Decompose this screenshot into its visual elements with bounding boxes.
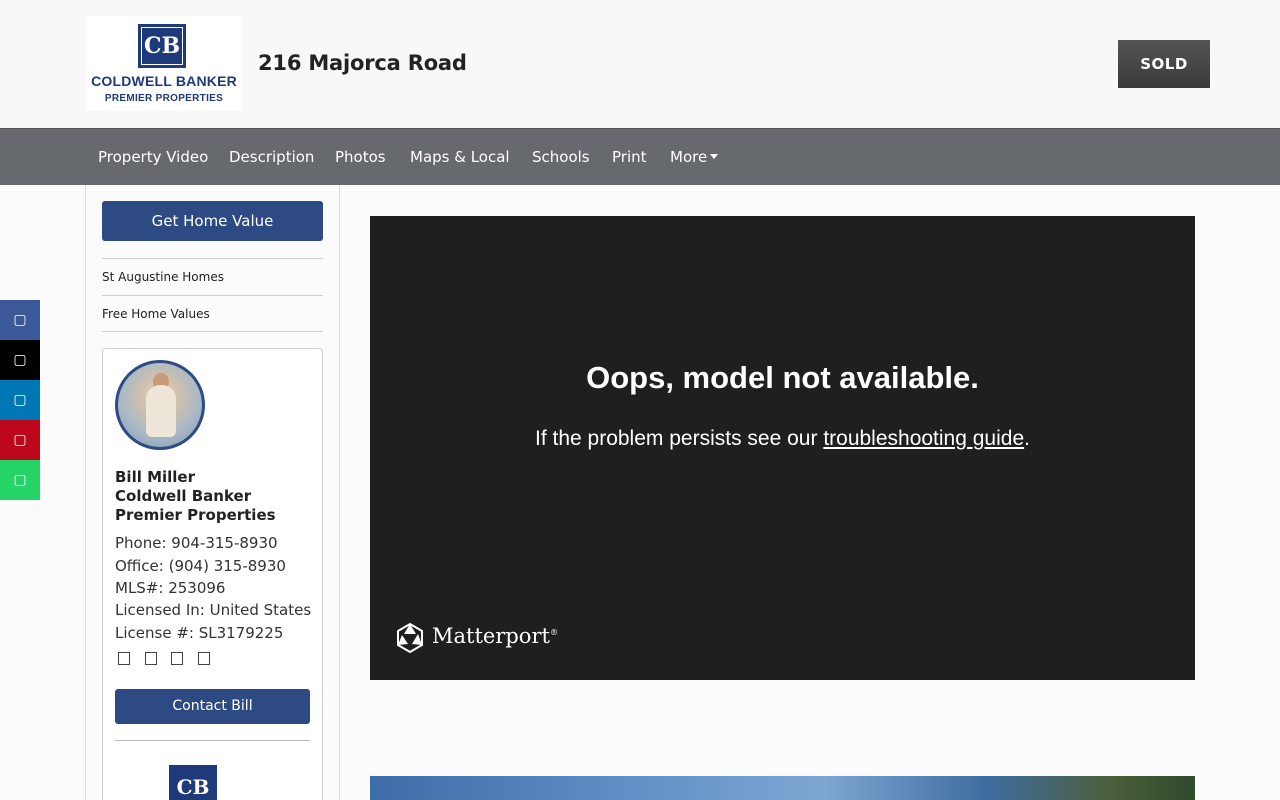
property-address: 216 Majorca Road: [258, 51, 467, 75]
nav-description[interactable]: Description: [229, 129, 314, 186]
cb-logo-mark: CB: [138, 24, 186, 68]
sidebar-link-free-home-values[interactable]: Free Home Values: [102, 295, 323, 332]
nav-more-dropdown[interactable]: More: [670, 129, 719, 186]
agent-name: Bill Miller: [115, 468, 196, 486]
logo-brand-name: COLDWELL BANKER: [91, 73, 237, 89]
email-icon[interactable]: [118, 652, 130, 665]
coldwell-banker-logo[interactable]: CB COLDWELL BANKER PREMIER PROPERTIES: [86, 16, 242, 111]
error-message-text: If the problem persists see our: [535, 427, 824, 450]
card-divider: [115, 740, 310, 741]
troubleshooting-guide-link[interactable]: troubleshooting guide: [823, 427, 1024, 450]
cb-logo-mark-small: CB: [169, 765, 217, 800]
main-nav: Property Video Description Photos Maps &…: [0, 128, 1280, 185]
linkedin-profile-icon[interactable]: [198, 652, 210, 665]
whatsapp-icon[interactable]: ▢: [0, 460, 40, 500]
matterport-brand[interactable]: Matterport®: [432, 624, 558, 648]
pinterest-icon[interactable]: ▢: [0, 420, 40, 460]
nav-maps-local[interactable]: Maps & Local: [410, 129, 510, 186]
agent-mls: MLS#: 253096: [115, 579, 226, 597]
linkedin-icon[interactable]: ▢: [0, 380, 40, 420]
agent-phone[interactable]: Phone: 904-315-8930: [115, 534, 278, 552]
matterport-logo-icon: [397, 622, 423, 654]
error-message-period: .: [1024, 427, 1030, 450]
error-title: Oops, model not available.: [586, 360, 979, 395]
agent-licensed-in: Licensed In: United States: [115, 601, 312, 619]
left-sidebar: Get Home Value St Augustine Homes Free H…: [85, 185, 340, 800]
agent-company: Coldwell Banker Premier Properties: [115, 487, 276, 524]
agent-card: Bill Miller Coldwell Banker Premier Prop…: [102, 348, 323, 800]
nav-print[interactable]: Print: [612, 129, 647, 186]
avatar-body: [146, 385, 176, 437]
logo-brand-subtitle: PREMIER PROPERTIES: [104, 93, 224, 104]
matterport-viewer[interactable]: Oops, model not available. If the proble…: [370, 216, 1195, 680]
registered-mark: ®: [549, 628, 558, 637]
error-message: If the problem persists see our troubles…: [370, 427, 1195, 451]
sidebar-link-st-augustine-homes[interactable]: St Augustine Homes: [102, 258, 323, 295]
matterport-brand-text: Matterport: [432, 624, 550, 648]
agent-avatar: [115, 360, 205, 450]
property-photo[interactable]: [370, 776, 1195, 800]
sold-badge: SOLD: [1118, 40, 1210, 88]
nav-photos[interactable]: Photos: [335, 129, 386, 186]
nav-property-video[interactable]: Property Video: [98, 129, 208, 186]
website-icon[interactable]: [145, 652, 157, 665]
x-twitter-icon[interactable]: ▢: [0, 340, 40, 380]
chevron-down-icon: [710, 153, 719, 159]
contact-agent-button[interactable]: Contact Bill: [115, 689, 310, 724]
agent-license-number: License #: SL3179225: [115, 624, 284, 642]
page-header: CB COLDWELL BANKER PREMIER PROPERTIES 21…: [0, 0, 1280, 128]
facebook-profile-icon[interactable]: [171, 652, 183, 665]
facebook-icon[interactable]: ▢: [0, 300, 40, 340]
nav-schools[interactable]: Schools: [532, 129, 590, 186]
get-home-value-button[interactable]: Get Home Value: [102, 201, 323, 241]
nav-more-label: More: [670, 148, 708, 166]
agent-office-phone[interactable]: Office: (904) 315-8930: [115, 557, 286, 575]
